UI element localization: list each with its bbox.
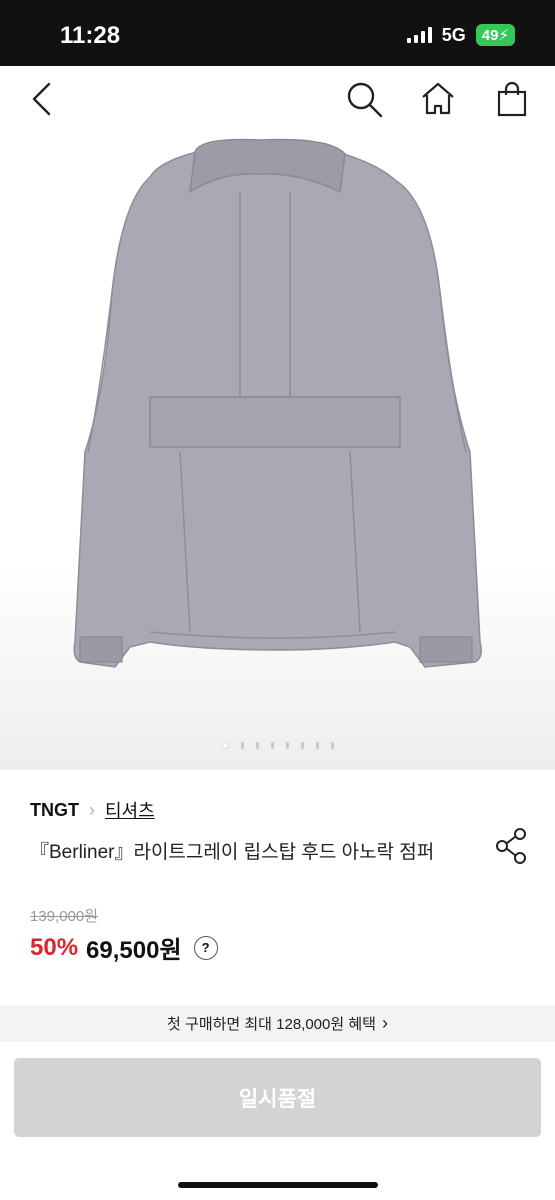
original-price: 139,000원 xyxy=(30,908,99,925)
home-icon[interactable] xyxy=(418,79,458,119)
status-bar: 11:28 5G 49⚡ xyxy=(0,0,555,66)
anorak-image xyxy=(73,138,482,668)
home-indicator xyxy=(178,1182,378,1188)
sale-price: 69,500원 xyxy=(86,937,182,964)
chevron-right-icon: › xyxy=(381,1013,388,1033)
share-icon[interactable] xyxy=(494,826,530,866)
battery-icon: 49⚡ xyxy=(475,24,515,46)
discount-rate: 50% xyxy=(30,933,79,961)
category-link[interactable]: 티셔츠 xyxy=(105,797,155,823)
pagination-dot[interactable] xyxy=(315,742,319,749)
sold-out-button[interactable]: 일시품절 xyxy=(14,1058,541,1137)
product-title: 『Berliner』라이트그레이 립스탑 후드 아노락 점퍼 xyxy=(30,842,435,863)
brand-link[interactable]: TNGT xyxy=(30,800,79,821)
status-time: 11:28 xyxy=(60,22,121,49)
chevron-right-icon: › xyxy=(89,799,95,820)
pagination-dot[interactable] xyxy=(330,742,334,749)
signal-icon xyxy=(406,27,432,43)
price-row: 50% 69,500원 ? xyxy=(30,930,218,965)
shopping-bag-icon[interactable] xyxy=(492,79,532,119)
product-image[interactable] xyxy=(0,132,555,770)
back-icon[interactable] xyxy=(22,79,62,119)
pagination-dot-active[interactable] xyxy=(221,742,229,749)
pagination-dot[interactable] xyxy=(255,742,259,749)
status-indicators: 5G 49⚡ xyxy=(406,24,515,46)
network-type: 5G xyxy=(441,24,466,45)
pagination-dot[interactable] xyxy=(285,742,289,749)
pagination-dot[interactable] xyxy=(240,742,244,749)
pagination-dot[interactable] xyxy=(300,742,304,749)
pagination-dot[interactable] xyxy=(270,742,274,749)
benefit-text: 첫 구매하면 최대 128,000원 혜택 xyxy=(167,1016,376,1033)
price-help-icon[interactable]: ? xyxy=(193,935,218,960)
nav-bar xyxy=(0,66,555,132)
breadcrumb: TNGT › 티셔츠 xyxy=(30,797,155,823)
battery-level: 49 xyxy=(481,27,499,44)
search-icon[interactable] xyxy=(344,79,384,119)
first-purchase-benefit-banner[interactable]: 첫 구매하면 최대 128,000원 혜택 › xyxy=(0,1005,555,1042)
image-pagination[interactable] xyxy=(0,742,555,749)
